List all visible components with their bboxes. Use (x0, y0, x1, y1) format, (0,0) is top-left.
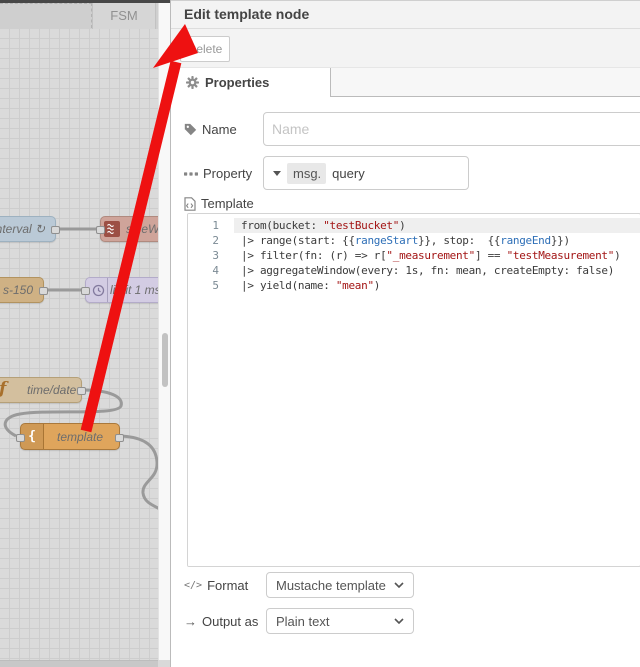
canvas-scrollbar-thumb[interactable] (162, 333, 168, 387)
sine-icon (103, 217, 121, 241)
line-number: 2 (212, 234, 219, 247)
flow-tab-fsm[interactable]: FSM (92, 3, 156, 29)
template-code-editor[interactable]: 1 2 3 4 5 from(bucket: "testBucket") |> range… (187, 213, 640, 567)
line-number: 1 (212, 219, 219, 232)
name-input[interactable] (263, 112, 640, 146)
gear-icon (186, 76, 199, 89)
code-line[interactable]: |> aggregateWindow(every: 1s, fn: mean, … (234, 263, 640, 278)
panel-toolbar: Delete (171, 29, 640, 68)
template-label: Template (201, 196, 254, 211)
name-row: Name (171, 112, 640, 146)
line-number: 3 (212, 249, 219, 262)
flow-tab-bar: FSM (0, 3, 158, 29)
property-row: Property msg. query (171, 156, 640, 190)
node-time-date[interactable]: f time/date (0, 377, 86, 403)
select-chevron-icon (394, 582, 404, 588)
format-label: Format (207, 578, 249, 593)
canvas-scrollbar-track (158, 3, 170, 660)
format-row: </> Format Mustache template (171, 572, 640, 598)
flow-wires (3, 227, 158, 510)
node-label: interval ↻ (0, 222, 46, 236)
node-template[interactable]: {template (16, 423, 124, 450)
node-s-150[interactable]: s-150 (0, 277, 48, 303)
output-row: → Output as Plain text (171, 608, 640, 634)
function-icon: f (0, 379, 6, 399)
output-label-group: → Output as (184, 614, 258, 629)
output-select[interactable]: Plain text (266, 608, 414, 634)
flow-tab-current[interactable] (0, 3, 92, 28)
node-interval[interactable]: interval ↻ (0, 216, 60, 242)
canvas-footer-bar (0, 660, 158, 667)
line-number: 4 (212, 264, 219, 277)
node-label: limit 1 ms (110, 283, 158, 297)
node-label: template (57, 429, 104, 444)
node-label: sineW (126, 222, 158, 236)
name-label: Name (202, 122, 237, 137)
file-code-icon (184, 196, 196, 211)
output-select-value: Plain text (276, 613, 330, 629)
tab-properties[interactable]: Properties (171, 68, 331, 97)
arrow-right-icon: → (184, 614, 197, 629)
code-line[interactable]: from(bucket: "testBucket") (234, 218, 640, 233)
tab-properties-label: Properties (205, 75, 270, 90)
format-label-group: </> Format (184, 578, 248, 593)
select-chevron-icon (394, 618, 404, 624)
property-label-group: Property (184, 166, 252, 181)
editor-code-area[interactable]: from(bucket: "testBucket") |> range(start… (234, 214, 640, 566)
format-select[interactable]: Mustache template (266, 572, 414, 598)
node-port-right[interactable] (51, 226, 60, 234)
editor-gutter: 1 2 3 4 5 (188, 214, 234, 566)
property-value-input[interactable]: query (332, 166, 365, 181)
template-label-group: Template (184, 196, 254, 211)
node-port-right[interactable] (77, 387, 86, 395)
code-line[interactable]: |> filter(fn: (r) => r["_measurement"] =… (234, 248, 640, 263)
panel-title: Edit template node (184, 6, 310, 22)
panel-header: Edit template node (171, 0, 640, 29)
node-port-right[interactable] (39, 287, 48, 295)
code-brackets-icon: </> (184, 580, 203, 591)
node-port-left[interactable] (96, 226, 105, 234)
line-number: 5 (212, 279, 219, 292)
node-port-right[interactable] (115, 433, 124, 442)
output-label: Output as (202, 614, 259, 629)
node-limit[interactable]: limit 1 ms (81, 277, 158, 303)
property-label: Property (203, 166, 253, 181)
msg-prefix[interactable]: msg. (287, 162, 327, 184)
ellipsis-icon (184, 171, 198, 176)
node-label: s-150 (3, 283, 34, 297)
node-port-left[interactable] (81, 287, 90, 295)
tag-icon (184, 123, 197, 136)
chevron-down-icon[interactable] (273, 170, 281, 176)
format-select-value: Mustache template (276, 577, 386, 593)
edit-node-panel: Edit template node Delete Properties Nam… (170, 0, 640, 667)
flow-canvas: FSM interval ↻ sineW s-150 limit 1 ms f time/… (0, 0, 170, 667)
name-label-group: Name (184, 122, 237, 137)
property-input-group[interactable]: msg. query (263, 156, 469, 190)
code-line[interactable]: |> range(start: {{rangeStart}}, stop: {{… (234, 233, 640, 248)
clock-icon (89, 278, 108, 302)
node-label: time/date (27, 383, 77, 397)
panel-tab-row: Properties (171, 68, 640, 97)
delete-button[interactable]: Delete (180, 36, 230, 62)
canvas-grid: interval ↻ sineW s-150 limit 1 ms f time/date… (0, 29, 158, 660)
code-line[interactable]: |> yield(name: "mean") (234, 278, 640, 293)
node-port-left[interactable] (16, 433, 25, 442)
node-sinewave[interactable]: sineW (96, 216, 158, 242)
